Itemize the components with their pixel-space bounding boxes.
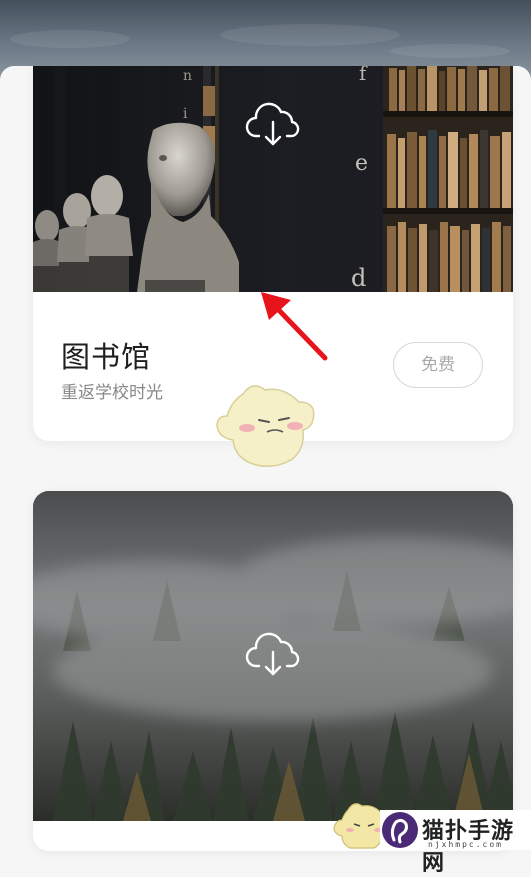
svg-text:n: n [183, 68, 192, 84]
cloud-download-icon[interactable] [245, 630, 301, 678]
library-image[interactable]: f e d n i [33, 66, 513, 292]
svg-text:d: d [351, 264, 366, 292]
card-subtitle: 重返学校时光 [61, 383, 163, 403]
cloud-download-icon[interactable] [245, 100, 301, 148]
theme-card-forest[interactable] [33, 491, 513, 851]
watermark-logo-icon [382, 812, 418, 848]
site-watermark: 猫扑手游网 njxhmpc.com [332, 800, 531, 876]
card-title: 图书馆 [61, 340, 152, 374]
free-badge-button[interactable]: 免费 [393, 342, 483, 388]
svg-text:e: e [355, 151, 368, 176]
red-arrow-annotation [261, 292, 328, 361]
watermark-url: njxhmpc.com [428, 840, 503, 849]
svg-text:i: i [183, 106, 188, 122]
forest-image[interactable] [33, 491, 513, 821]
mascot-sticker-icon [216, 385, 315, 467]
